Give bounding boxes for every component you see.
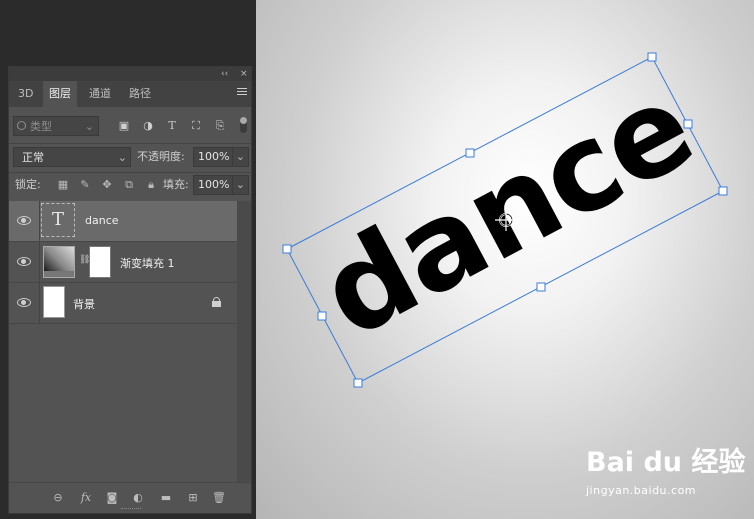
smart-object-filter-icon[interactable]: ⎘ xyxy=(213,119,227,133)
filter-toggle[interactable] xyxy=(240,117,247,133)
dance-text-layer: dance xyxy=(300,57,714,365)
fill-label: 填充: xyxy=(163,178,189,191)
chevron-down-icon: ⌄ xyxy=(235,150,245,163)
tab-3d[interactable]: 3D xyxy=(12,81,39,107)
handle-bottom-left xyxy=(353,378,363,388)
close-panel-button[interactable]: × xyxy=(240,67,248,81)
search-icon xyxy=(17,121,26,130)
gradient-fill-thumbnail[interactable] xyxy=(43,246,75,278)
handle-right-middle xyxy=(683,119,693,129)
handle-top-right xyxy=(647,52,657,62)
handle-bottom-middle xyxy=(536,282,546,292)
layer-name[interactable]: dance xyxy=(85,214,119,227)
opacity-label: 不透明度: xyxy=(137,150,185,163)
chevron-down-icon: ⌄ xyxy=(84,120,94,133)
fill-value: 100% xyxy=(198,178,230,191)
layers-scrollbar[interactable] xyxy=(237,201,251,499)
link-layers-icon[interactable]: ⊖ xyxy=(51,491,65,505)
tab-paths[interactable]: 路径 xyxy=(123,81,157,107)
layer-name[interactable]: 背景 xyxy=(73,296,95,312)
delete-layer-icon[interactable]: 🗑︎ xyxy=(212,491,226,505)
adjustment-filter-icon[interactable]: ◑ xyxy=(141,119,155,133)
lock-transparent-pixels-icon[interactable]: ▦ xyxy=(57,179,69,191)
lock-label: 锁定: xyxy=(15,178,41,191)
layer-mask-thumbnail[interactable] xyxy=(89,246,111,278)
handle-left-middle xyxy=(317,311,327,321)
tab-layers[interactable]: 图层 xyxy=(43,81,77,107)
chevron-down-icon: ⌄ xyxy=(235,178,245,191)
lock-image-pixels-icon[interactable]: ✎ xyxy=(79,179,91,191)
layer-row-gradient-fill[interactable]: ⛓ 渐变填充 1 xyxy=(9,242,237,283)
layers-bottom-toolbar: ⊖ fx ◙ ◐ ▬ ⊞ 🗑︎ xyxy=(9,482,251,513)
new-adjustment-icon[interactable]: ◐ xyxy=(131,491,145,505)
panel-resize-grip[interactable] xyxy=(121,508,141,512)
handle-top-middle xyxy=(465,148,475,158)
opacity-dropdown[interactable]: ⌄ xyxy=(232,148,248,166)
baidu-watermark: Bai du 经验 jingyan.baidu.com xyxy=(586,440,746,497)
visibility-eye-icon[interactable] xyxy=(17,297,31,307)
panel-menu-icon[interactable] xyxy=(237,88,247,98)
layer-row-background[interactable]: 背景 xyxy=(9,283,237,324)
lock-artboard-icon[interactable]: ⧉ xyxy=(123,179,135,191)
divider xyxy=(9,143,251,144)
lock-position-icon[interactable]: ✥ xyxy=(101,179,113,191)
opacity-value: 100% xyxy=(198,150,230,163)
visibility-eye-icon[interactable] xyxy=(17,256,31,266)
blend-row: 正常 ⌄ 不透明度: 100% ⌄ xyxy=(13,147,249,169)
layer-name[interactable]: 渐变填充 1 xyxy=(120,255,175,271)
image-filter-icon[interactable]: ▣ xyxy=(117,119,131,133)
filter-type-label: 类型 xyxy=(30,120,52,133)
lock-all-icon[interactable]: 🔒︎ xyxy=(145,179,157,191)
divider xyxy=(9,172,251,173)
blend-mode-select[interactable]: 正常 ⌄ xyxy=(13,147,131,167)
fill-field[interactable]: 100% ⌄ xyxy=(193,175,249,195)
layer-row-dance[interactable]: T dance xyxy=(9,201,237,242)
handle-bottom-right xyxy=(718,186,728,196)
opacity-field[interactable]: 100% ⌄ xyxy=(193,147,249,167)
layer-filter-row: 类型 ⌄ ▣ ◑ T ⛶ ⎘ xyxy=(13,115,249,139)
background-thumbnail[interactable] xyxy=(43,286,65,318)
fx-icon[interactable]: fx xyxy=(79,491,93,505)
panel-tabs: 3D 图层 通道 路径 xyxy=(9,81,251,107)
filter-type-select[interactable]: 类型 ⌄ xyxy=(13,116,99,136)
link-chain-icon[interactable]: ⛓ xyxy=(79,255,90,267)
dance-text: dance xyxy=(300,57,714,365)
watermark-brand: Bai du 经验 xyxy=(586,447,746,478)
new-group-icon[interactable]: ▬ xyxy=(159,491,173,505)
layers-list: T dance ⛓ 渐变填充 1 背景 xyxy=(9,201,237,324)
collapse-panel-button[interactable]: ‹‹ xyxy=(221,67,228,81)
watermark-url: jingyan.baidu.com xyxy=(586,484,697,497)
new-layer-icon[interactable]: ⊞ xyxy=(186,491,200,505)
shape-filter-icon[interactable]: ⛶ xyxy=(189,119,203,133)
layers-panel: ‹‹ × 3D 图层 通道 路径 类型 ⌄ ▣ ◑ T ⛶ ⎘ 正常 ⌄ 不透明… xyxy=(8,66,252,514)
lock-icon xyxy=(212,297,221,307)
visibility-eye-icon[interactable] xyxy=(17,215,31,225)
tab-channels[interactable]: 通道 xyxy=(83,81,117,107)
type-filter-icon[interactable]: T xyxy=(165,119,179,133)
lock-row: 锁定: ▦ ✎ ✥ ⧉ 🔒︎ 填充: 100% ⌄ xyxy=(13,175,249,197)
add-mask-icon[interactable]: ◙ xyxy=(105,491,119,505)
panel-title-bar[interactable]: ‹‹ × xyxy=(9,67,251,81)
text-layer-thumbnail[interactable]: T xyxy=(41,203,75,237)
fill-dropdown[interactable]: ⌄ xyxy=(232,176,248,194)
blend-mode-value: 正常 xyxy=(22,151,44,164)
handle-top-left xyxy=(282,244,292,254)
chevron-down-icon: ⌄ xyxy=(117,151,127,164)
